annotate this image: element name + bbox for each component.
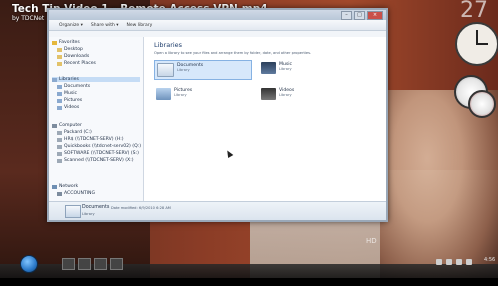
library-music[interactable]: Music Library bbox=[259, 60, 333, 76]
details-date-modified: Date modified: 6/9/2010 6:28 AM bbox=[111, 205, 171, 210]
computer-icon bbox=[52, 123, 57, 128]
library-type: Library bbox=[279, 93, 292, 97]
music-icon bbox=[57, 91, 62, 96]
details-type: Library bbox=[82, 212, 95, 216]
nav-item-recent-places[interactable]: Recent Places bbox=[57, 61, 96, 66]
nav-item-pictures[interactable]: Pictures bbox=[57, 98, 82, 103]
folder-icon bbox=[57, 47, 62, 52]
nav-item-drive-c[interactable]: Packard (C:) bbox=[57, 130, 92, 135]
documents-icon bbox=[157, 63, 174, 77]
nav-item-music[interactable]: Music bbox=[57, 91, 77, 96]
library-type: Library bbox=[174, 93, 187, 97]
command-bar: Organize ▾ Share with ▾ New library bbox=[49, 20, 386, 31]
start-button-icon[interactable] bbox=[20, 255, 38, 273]
organize-button[interactable]: Organize ▾ bbox=[59, 23, 83, 28]
taskbar-app-button[interactable] bbox=[78, 258, 91, 270]
details-pane: Documents Date modified: 6/9/2010 6:28 A… bbox=[49, 201, 386, 220]
nav-item-accounting[interactable]: ACCOUNTING bbox=[57, 191, 95, 196]
library-pictures[interactable]: Pictures Library bbox=[154, 86, 228, 102]
gauge-icon-2 bbox=[468, 90, 496, 118]
taskbar-app-button[interactable] bbox=[94, 258, 107, 270]
tray-volume-icon[interactable] bbox=[446, 259, 452, 265]
nav-item-downloads[interactable]: Downloads bbox=[57, 54, 89, 59]
hd-badge: HD bbox=[366, 237, 377, 245]
videos-icon bbox=[57, 105, 62, 110]
folder-icon bbox=[57, 54, 62, 59]
nav-favorites-header[interactable]: Favorites bbox=[52, 40, 80, 45]
close-button[interactable]: × bbox=[367, 11, 383, 20]
nav-computer-header[interactable]: Computer bbox=[52, 123, 82, 128]
network-drive-icon bbox=[57, 151, 62, 156]
nav-item-drive-s[interactable]: SOFTWARE (\\TDCNET-SERV) (S:) bbox=[57, 151, 139, 156]
music-icon bbox=[261, 62, 276, 74]
tray-battery-icon[interactable] bbox=[466, 259, 472, 265]
background-person bbox=[380, 90, 498, 286]
tray-flag-icon[interactable] bbox=[456, 259, 462, 265]
library-documents[interactable]: Documents Library bbox=[154, 60, 252, 80]
library-icon bbox=[52, 77, 57, 82]
documents-icon bbox=[65, 205, 81, 218]
share-with-button[interactable]: Share with ▾ bbox=[91, 23, 119, 28]
network-drive-icon bbox=[57, 158, 62, 163]
taskbar-app-button[interactable] bbox=[110, 258, 123, 270]
video-author: by TDCNet bbox=[12, 15, 45, 22]
nav-libraries-header[interactable]: Libraries bbox=[52, 77, 140, 82]
library-type: Library bbox=[279, 67, 292, 71]
network-drive-icon bbox=[57, 137, 62, 142]
nav-item-drive-q[interactable]: Quickbooks (\\tdcnet-serv02) (Q:) bbox=[57, 144, 141, 149]
videos-icon bbox=[261, 88, 276, 100]
nav-network-header[interactable]: Network bbox=[52, 184, 78, 189]
nav-item-documents[interactable]: Documents bbox=[57, 84, 90, 89]
nav-item-drive-h[interactable]: HR$ (\\TDCNET-SERV) (H:) bbox=[57, 137, 124, 142]
documents-icon bbox=[57, 84, 62, 89]
computer-icon bbox=[57, 191, 62, 196]
pictures-icon bbox=[156, 88, 171, 100]
network-drive-icon bbox=[57, 144, 62, 149]
navigation-pane: Favorites Desktop Downloads Recent Place… bbox=[49, 37, 144, 202]
taskbar-app-button[interactable] bbox=[62, 258, 75, 270]
maximize-button[interactable]: □ bbox=[354, 11, 365, 20]
content-pane: Libraries Open a library to see your fil… bbox=[144, 37, 386, 202]
minimize-button[interactable]: – bbox=[341, 11, 352, 20]
tray-clock[interactable]: 4:56 bbox=[484, 257, 495, 263]
folder-icon bbox=[57, 61, 62, 66]
tray-network-icon[interactable] bbox=[436, 259, 442, 265]
network-icon bbox=[52, 184, 57, 189]
nav-item-drive-x[interactable]: Scanned (\\TDCNET-SERV) (X:) bbox=[57, 158, 134, 163]
nav-item-desktop[interactable]: Desktop bbox=[57, 47, 83, 52]
video-frame: 27 Tech Tip Video 1 - Remote Access VPN.… bbox=[0, 0, 498, 286]
page-description: Open a library to see your files and arr… bbox=[154, 51, 312, 55]
library-videos[interactable]: Videos Library bbox=[259, 86, 333, 102]
window-controls: – □ × bbox=[341, 11, 383, 20]
star-icon bbox=[52, 40, 57, 45]
calendar-gadget-day: 27 bbox=[460, 0, 488, 23]
video-letterbox bbox=[0, 278, 498, 286]
clock-icon bbox=[455, 22, 498, 66]
page-title: Libraries bbox=[154, 41, 183, 49]
nav-item-videos[interactable]: Videos bbox=[57, 105, 79, 110]
window-titlebar[interactable]: – □ × bbox=[49, 10, 386, 20]
drive-icon bbox=[57, 130, 62, 135]
explorer-window: – □ × Organize ▾ Share with ▾ New librar… bbox=[47, 8, 388, 222]
pictures-icon bbox=[57, 98, 62, 103]
new-library-button[interactable]: New library bbox=[127, 23, 153, 28]
details-name: Documents bbox=[82, 205, 110, 210]
library-type: Library bbox=[177, 68, 190, 72]
